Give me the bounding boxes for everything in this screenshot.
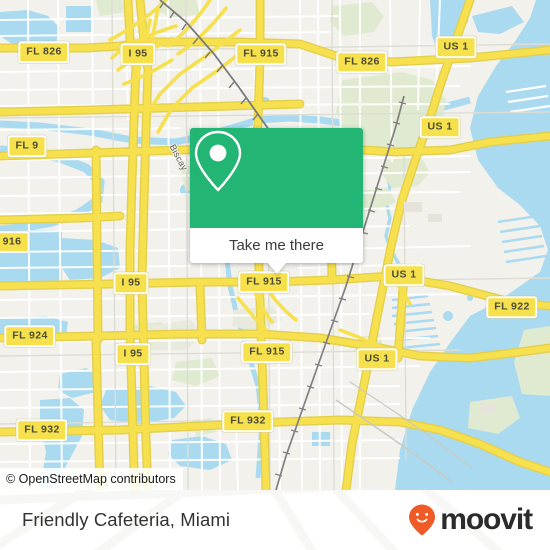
map-pin-icon bbox=[194, 130, 242, 192]
location-popup-card[interactable]: Take me there bbox=[190, 128, 363, 274]
road-shield: FL 924 bbox=[4, 325, 56, 347]
road-shield: FL 932 bbox=[222, 410, 274, 432]
map-canvas[interactable]: FL 826 I 95 FL 915 FL 826 US 1 US 1 FL 9 916 I 9… bbox=[0, 0, 550, 490]
road-shield: FL 915 bbox=[238, 271, 290, 293]
road-shield: FL 826 bbox=[336, 51, 388, 73]
road-shield: FL 922 bbox=[486, 296, 538, 318]
road-shield: I 95 bbox=[120, 43, 156, 65]
road-shield: FL 915 bbox=[241, 341, 293, 363]
moovit-smiley-pin-icon bbox=[409, 504, 436, 536]
road-shield: FL 826 bbox=[18, 41, 70, 63]
road-shield: I 95 bbox=[113, 272, 149, 294]
popup-image-area bbox=[190, 128, 363, 228]
road-shield: US 1 bbox=[435, 36, 477, 58]
popup-pointer-tail bbox=[267, 263, 286, 274]
take-me-there-label: Take me there bbox=[228, 237, 325, 254]
road-shield: I 95 bbox=[115, 343, 151, 365]
road-shield: FL 9 bbox=[7, 135, 47, 157]
take-me-there-button[interactable]: Take me there bbox=[190, 228, 363, 274]
page-title: Friendly Cafeteria, Miami bbox=[22, 509, 231, 530]
road-shield: US 1 bbox=[419, 116, 461, 138]
road-shield: 916 bbox=[0, 231, 30, 253]
road-shield: US 1 bbox=[356, 348, 398, 370]
osm-attribution[interactable]: © OpenStreetMap contributors bbox=[0, 468, 183, 490]
road-shield: US 1 bbox=[383, 264, 425, 286]
map-screenshot: FL 826 I 95 FL 915 FL 826 US 1 US 1 FL 9 916 I 9… bbox=[0, 0, 550, 550]
road-shield: FL 932 bbox=[16, 419, 68, 441]
footer-bar: Friendly Cafeteria, Miami moovit bbox=[0, 490, 550, 550]
moovit-wordmark: moovit bbox=[440, 503, 533, 536]
road-shield: FL 915 bbox=[235, 43, 287, 65]
moovit-logo[interactable]: moovit bbox=[407, 490, 533, 550]
